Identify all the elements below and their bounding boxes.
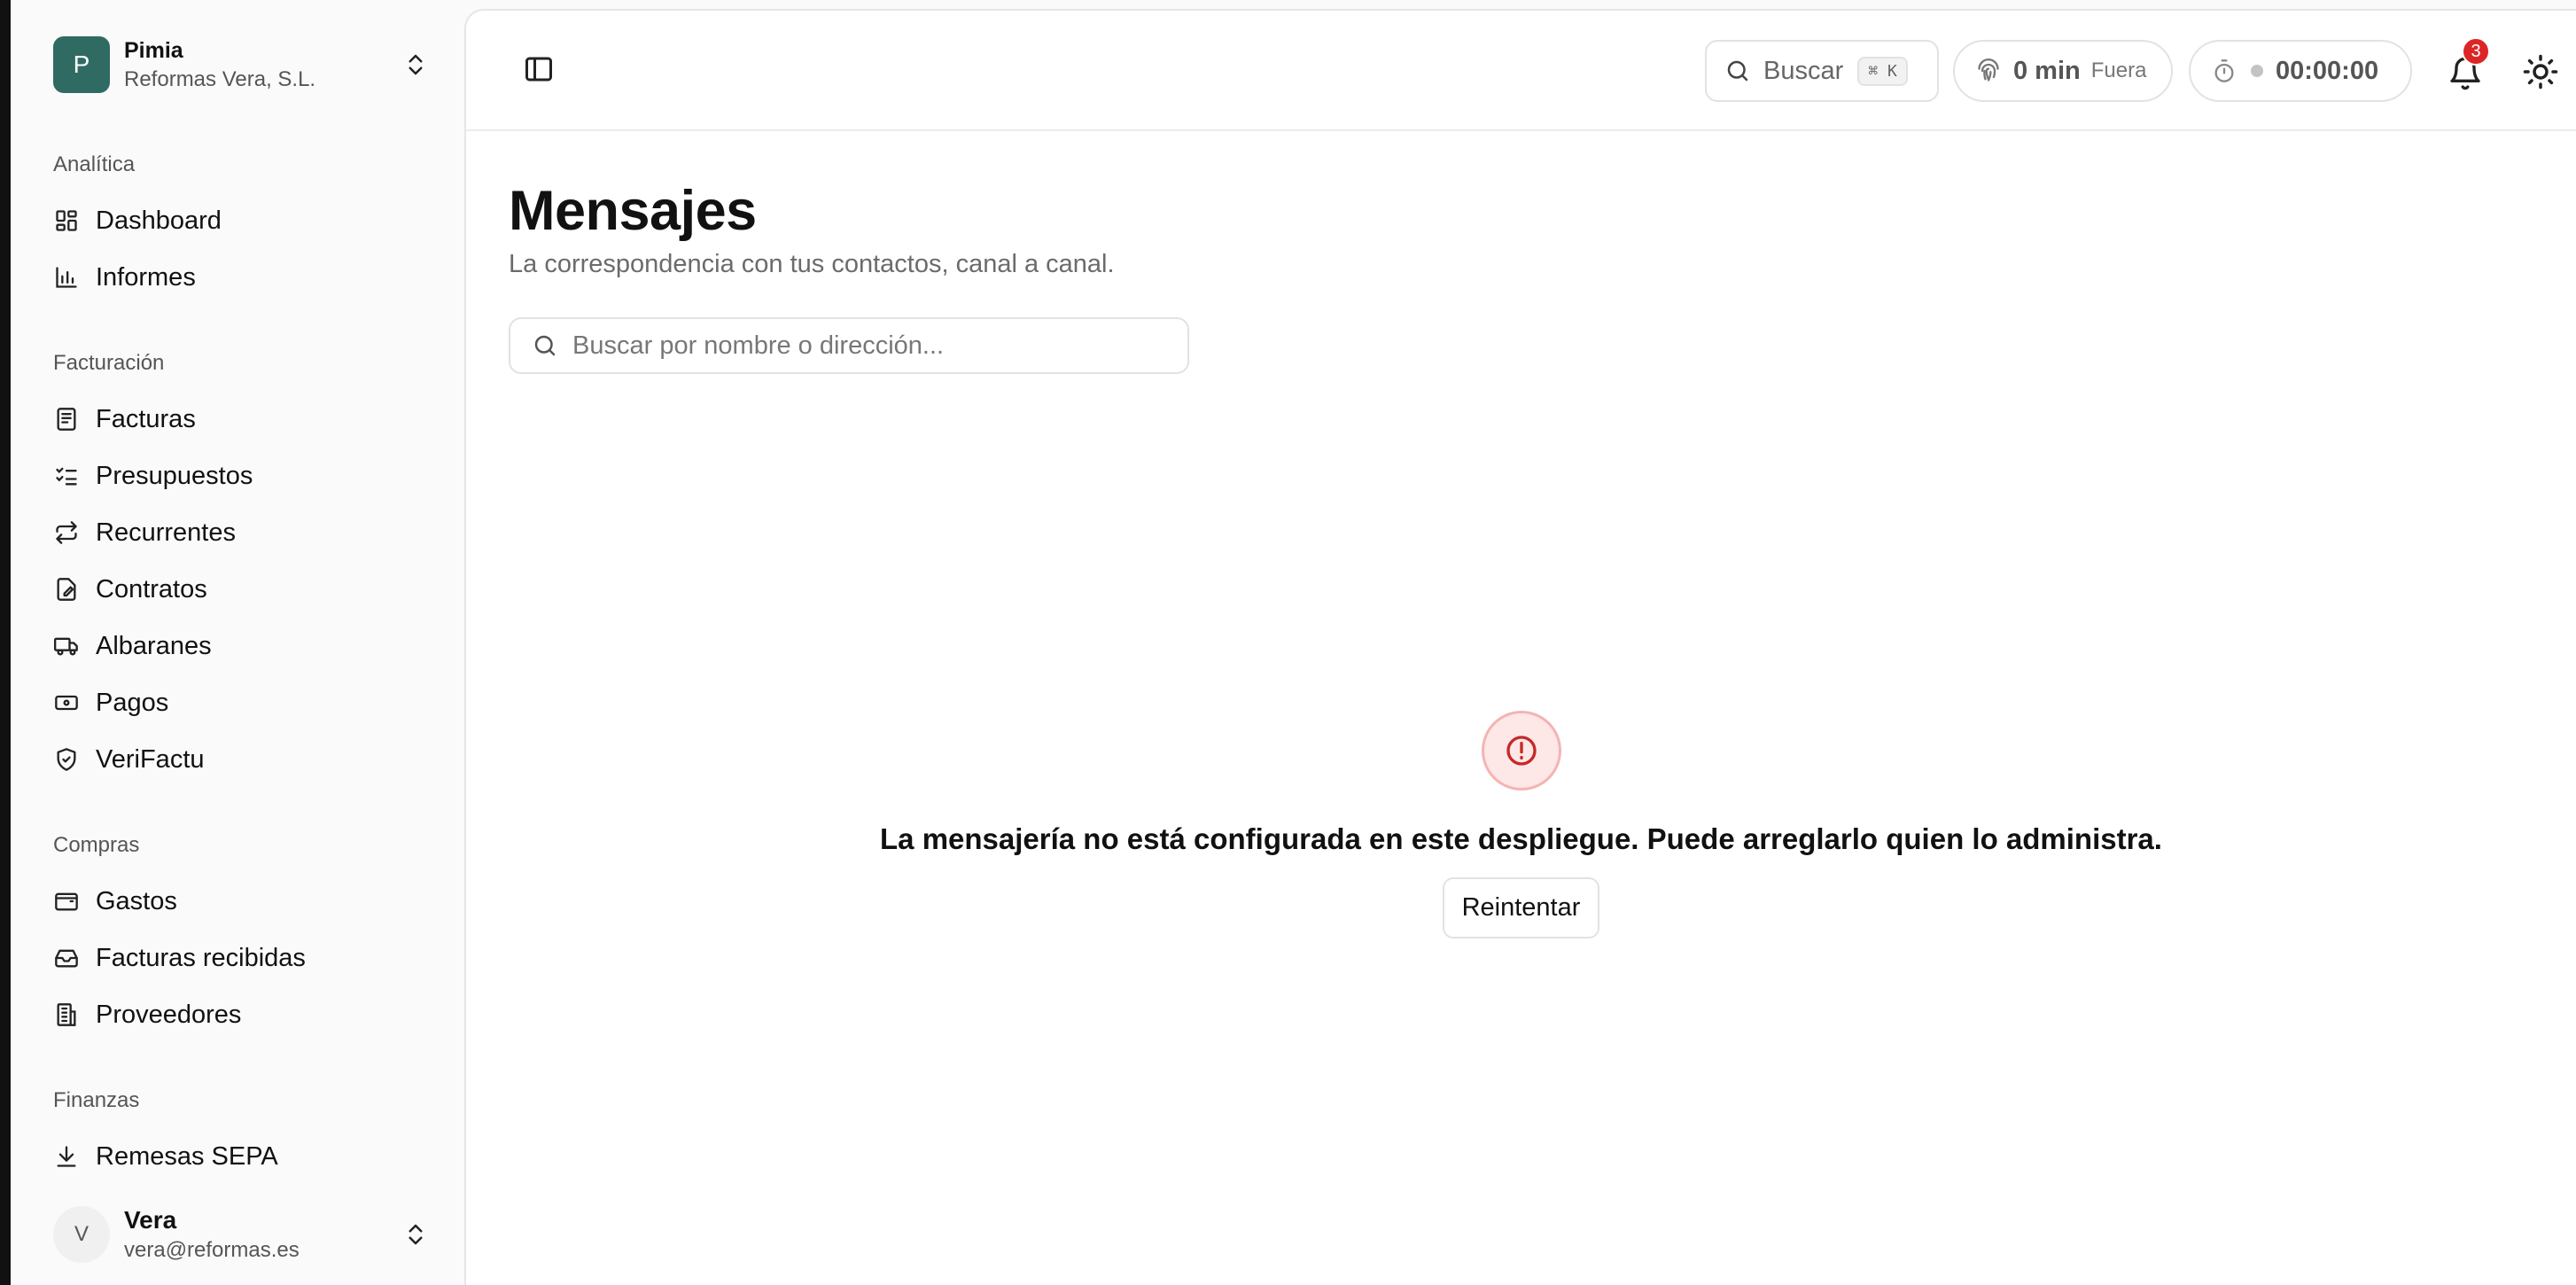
sidebar-toggle-icon[interactable]: [523, 53, 555, 85]
sidebar: P Pimia Reformas Vera, S.L. Analítica Da…: [11, 0, 464, 1285]
org-company: Reformas Vera, S.L.: [124, 66, 316, 91]
search-icon: [1727, 60, 1748, 82]
search-label: Buscar: [1763, 56, 1844, 85]
message-search: [509, 317, 1189, 374]
notification-badge: 3: [2462, 37, 2490, 66]
sidebar-item-label: Presupuestos: [96, 461, 253, 490]
message-search-input[interactable]: [572, 331, 1166, 361]
shield-check-icon: [53, 746, 80, 773]
sidebar-item-label: Dashboard: [96, 206, 222, 235]
sidebar-item-label: Proveedores: [96, 1000, 242, 1029]
sun-icon[interactable]: [2522, 53, 2559, 90]
file-signature-icon: [53, 576, 80, 603]
section-compras: Compras: [53, 833, 140, 857]
fingerprint-icon: [1978, 58, 1999, 82]
timer-button[interactable]: 00:00:00: [2189, 40, 2412, 102]
clock-in-button[interactable]: 0 min Fuera: [1953, 40, 2173, 102]
page-title: Mensajes: [509, 180, 757, 242]
org-switcher[interactable]: P Pimia Reformas Vera, S.L.: [53, 35, 429, 94]
error-state: La mensajería no está configurada en est…: [466, 711, 2576, 938]
banknote-icon: [53, 689, 80, 716]
chevrons-up-down-icon: [409, 1224, 423, 1245]
sidebar-item-dashboard[interactable]: Dashboard: [53, 197, 438, 245]
sidebar-item-label: Facturas: [96, 404, 196, 433]
sidebar-item-label: Albaranes: [96, 631, 212, 660]
search-shortcut: ⌘ K: [1857, 56, 1908, 86]
repeat-icon: [53, 519, 80, 546]
building-icon: [53, 1001, 80, 1028]
wallet-icon: [53, 888, 80, 915]
clock-status: Fuera: [2090, 58, 2147, 82]
global-search-button[interactable]: Buscar ⌘ K: [1705, 40, 1939, 102]
app-frame: P Pimia Reformas Vera, S.L. Analítica Da…: [11, 0, 2576, 1285]
avatar: V: [53, 1206, 110, 1263]
sidebar-item-facturas[interactable]: Facturas: [53, 395, 438, 443]
org-logo: P: [53, 36, 110, 93]
user-menu[interactable]: V Vera vera@reformas.es: [53, 1203, 429, 1266]
sidebar-item-facturas-recibidas[interactable]: Facturas recibidas: [53, 934, 438, 982]
sidebar-item-albaranes[interactable]: Albaranes: [53, 622, 438, 670]
sidebar-item-label: VeriFactu: [96, 744, 205, 774]
retry-button[interactable]: Reintentar: [1442, 877, 1600, 938]
sidebar-item-label: Informes: [96, 262, 196, 292]
stopwatch-icon: [2214, 59, 2234, 82]
user-email: vera@reformas.es: [124, 1238, 300, 1262]
sidebar-item-label: Contratos: [96, 574, 207, 604]
sidebar-item-label: Recurrentes: [96, 518, 236, 547]
page-subtitle: La correspondencia con tus contactos, ca…: [509, 250, 1115, 278]
sidebar-item-presupuestos[interactable]: Presupuestos: [53, 452, 438, 500]
alert-circle-icon: [1481, 711, 1561, 790]
search-icon: [534, 335, 556, 356]
section-analitica: Analítica: [53, 152, 136, 176]
org-name: Pimia: [124, 37, 183, 63]
sidebar-item-label: Pagos: [96, 688, 169, 717]
sidebar-item-label: Gastos: [96, 886, 177, 915]
sidebar-item-label: Facturas recibidas: [96, 943, 306, 972]
list-checks-icon: [53, 463, 80, 489]
timer-value: 00:00:00: [2276, 56, 2379, 85]
chevrons-up-down-icon: [409, 54, 423, 75]
clock-value: 0 min: [2013, 56, 2081, 85]
main-panel: Buscar ⌘ K 0 min Fuera 00:00:00 3 Mensaj…: [464, 9, 2576, 1285]
error-message: La mensajería no está configurada en est…: [880, 822, 2162, 855]
bar-chart-icon: [53, 264, 80, 291]
sidebar-item-gastos[interactable]: Gastos: [53, 877, 438, 925]
receipt-icon: [53, 406, 80, 432]
sidebar-item-informes[interactable]: Informes: [53, 253, 438, 301]
timer-status-dot: [2251, 65, 2263, 77]
sidebar-item-remesas-sepa[interactable]: Remesas SEPA: [53, 1133, 438, 1180]
sidebar-item-pagos[interactable]: Pagos: [53, 679, 438, 727]
sidebar-item-contratos[interactable]: Contratos: [53, 565, 438, 613]
section-finanzas: Finanzas: [53, 1088, 140, 1112]
sidebar-item-verifactu[interactable]: VeriFactu: [53, 736, 438, 783]
truck-icon: [53, 633, 80, 659]
sidebar-item-proveedores[interactable]: Proveedores: [53, 991, 438, 1039]
inbox-icon: [53, 945, 80, 971]
topbar: Buscar ⌘ K 0 min Fuera 00:00:00 3: [466, 11, 2576, 131]
layout-grid-icon: [53, 207, 80, 234]
user-name: Vera: [124, 1206, 177, 1234]
section-facturacion: Facturación: [53, 351, 165, 375]
sidebar-item-recurrentes[interactable]: Recurrentes: [53, 509, 438, 557]
sidebar-item-label: Remesas SEPA: [96, 1141, 278, 1171]
download-icon: [53, 1143, 80, 1170]
